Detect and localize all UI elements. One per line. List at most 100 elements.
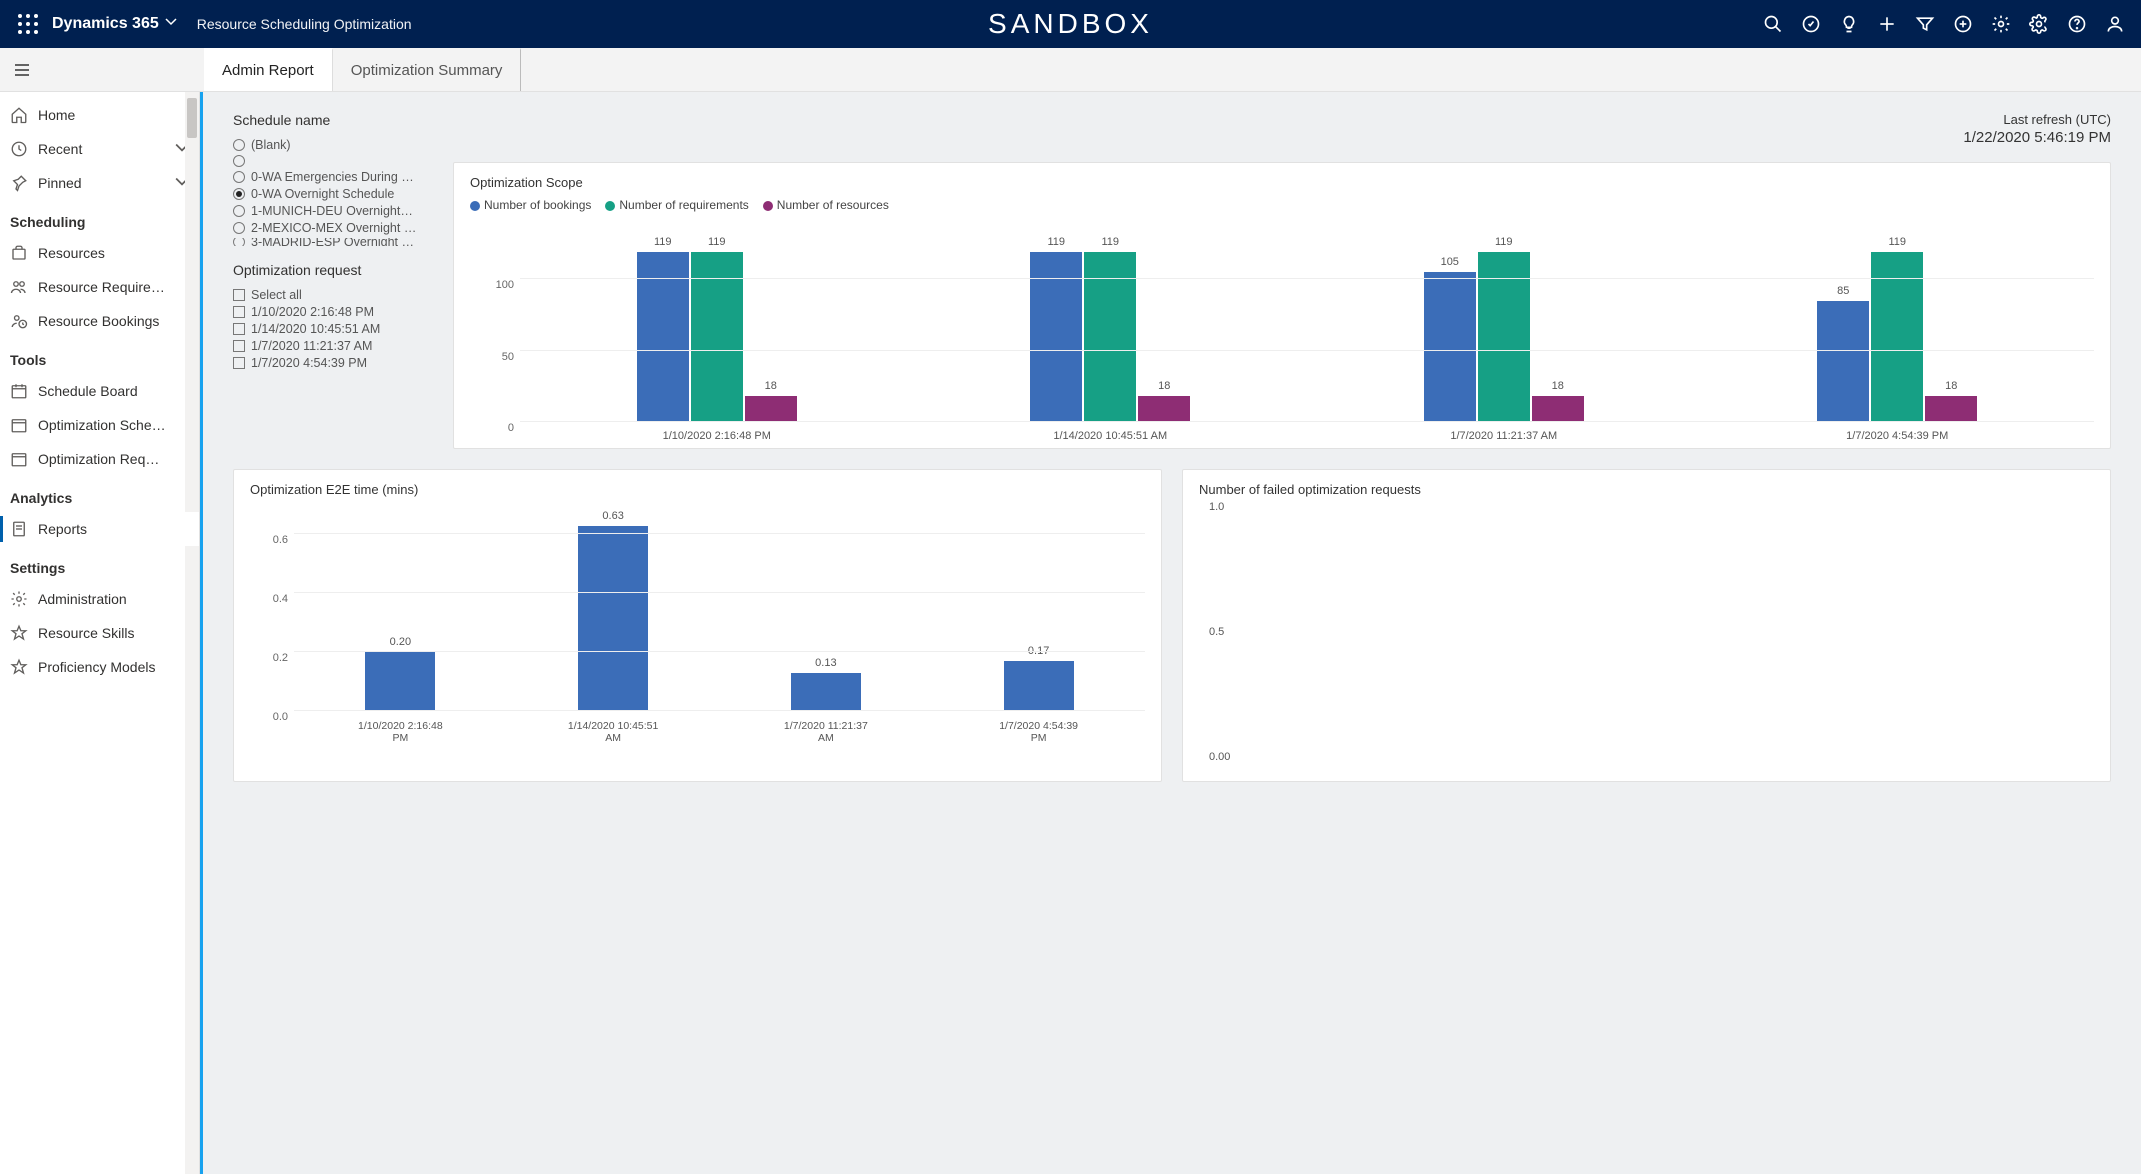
schedule-option[interactable]: 0-WA Overnight Schedule: [233, 187, 443, 201]
radio-icon: [233, 205, 245, 217]
nav-item-pinned[interactable]: Pinned: [0, 166, 199, 200]
nav-label: Reports: [38, 521, 87, 537]
nav-group-tools: Tools: [0, 338, 199, 374]
nav-label: Optimization Sche…: [38, 417, 166, 433]
calendar-gear-icon: [10, 416, 28, 434]
bar[interactable]: 0.17: [1004, 661, 1074, 711]
schedule-option[interactable]: 3-MADRID-ESP Overnight …: [233, 238, 443, 246]
nav-label: Resources: [38, 245, 105, 261]
star-icon: [10, 624, 28, 642]
chart-legend: Number of bookings Number of requirement…: [470, 198, 2094, 212]
request-option[interactable]: 1/14/2020 10:45:51 AM: [233, 322, 443, 336]
nav-item[interactable]: Resources: [0, 236, 199, 270]
tab-optimization-summary[interactable]: Optimization Summary: [333, 48, 522, 91]
nav-item[interactable]: Resource Bookings: [0, 304, 199, 338]
x-label: 1/7/2020 11:21:37AM: [720, 720, 933, 745]
last-refresh-timestamp: 1/22/2020 5:46:19 PM: [453, 129, 2111, 146]
e2e-time-card: Optimization E2E time (mins) 0.00.20.40.…: [233, 469, 1162, 782]
bar[interactable]: 105: [1424, 272, 1476, 422]
nav-item[interactable]: Optimization Req…: [0, 442, 199, 476]
bar[interactable]: 18: [1532, 396, 1584, 422]
bar-label: 119: [708, 236, 726, 248]
request-option[interactable]: 1/7/2020 11:21:37 AM: [233, 339, 443, 353]
nav-item[interactable]: Reports: [0, 512, 199, 546]
header-actions: [1763, 14, 2133, 34]
nav-label: Resource Skills: [38, 625, 134, 641]
bar-group: 0.63: [507, 505, 720, 711]
nav-item-recent[interactable]: Recent: [0, 132, 199, 166]
tab-admin-report[interactable]: Admin Report: [204, 48, 333, 91]
bar-group: 0.17: [932, 505, 1145, 711]
bar[interactable]: 0.63: [578, 526, 648, 711]
option-label: 1/14/2020 10:45:51 AM: [251, 322, 380, 336]
request-option[interactable]: Select all: [233, 288, 443, 302]
nav-item[interactable]: Resource Require…: [0, 270, 199, 304]
user-icon[interactable]: [2105, 14, 2125, 34]
bar-group: 11911918: [520, 222, 914, 422]
settings-gear-icon[interactable]: [2029, 14, 2049, 34]
scrollbar-track[interactable]: [185, 92, 199, 1174]
bar[interactable]: 18: [1138, 396, 1190, 422]
option-label: 2-MEXICO-MEX Overnight …: [251, 221, 416, 235]
report-content: Schedule name (Blank) 0-WA Emergencies Du…: [200, 92, 2141, 1174]
bar-label: 18: [1552, 380, 1564, 392]
nav-label: Administration: [38, 591, 127, 607]
scrollbar-thumb[interactable]: [187, 98, 197, 138]
bar[interactable]: 18: [1925, 396, 1977, 422]
nav-item[interactable]: Proficiency Models: [0, 650, 199, 684]
request-option[interactable]: 1/7/2020 4:54:39 PM: [233, 356, 443, 370]
schedule-option[interactable]: 2-MEXICO-MEX Overnight …: [233, 221, 443, 235]
schedule-option[interactable]: 0-WA Emergencies During …: [233, 170, 443, 184]
add-circle-icon[interactable]: [1953, 14, 1973, 34]
task-icon[interactable]: [1801, 14, 1821, 34]
filter-icon[interactable]: [1915, 14, 1935, 34]
y-tick: 100: [496, 279, 514, 291]
legend-requirements: Number of requirements: [605, 198, 748, 212]
app-launcher-icon[interactable]: [16, 12, 40, 36]
lightbulb-icon[interactable]: [1839, 14, 1859, 34]
bar-label: 119: [1047, 236, 1065, 248]
bar-label: 119: [1101, 236, 1119, 248]
pin-icon: [10, 174, 28, 192]
failed-requests-card: Number of failed optimization requests 0…: [1182, 469, 2111, 782]
nav-label: Recent: [38, 141, 82, 157]
plus-icon[interactable]: [1877, 14, 1897, 34]
nav-label: Resource Require…: [38, 279, 165, 295]
search-icon[interactable]: [1763, 14, 1783, 34]
bar[interactable]: 0.20: [365, 652, 435, 711]
bar[interactable]: 18: [745, 396, 797, 422]
y-tick: 0.2: [273, 652, 288, 664]
resources-icon: [10, 244, 28, 262]
schedule-option[interactable]: 1-MUNICH-DEU Overnight…: [233, 204, 443, 218]
global-header: Dynamics 365 Resource Scheduling Optimiz…: [0, 0, 2141, 48]
schedule-option[interactable]: (Blank): [233, 138, 443, 152]
radio-icon: [233, 155, 245, 167]
calendar-icon: [10, 382, 28, 400]
brand-name[interactable]: Dynamics 365: [52, 15, 159, 33]
request-option[interactable]: 1/10/2020 2:16:48 PM: [233, 305, 443, 319]
nav-item[interactable]: Optimization Sche…: [0, 408, 199, 442]
bar-label: 0.20: [390, 636, 411, 648]
nav-label: Schedule Board: [38, 383, 138, 399]
hamburger-icon[interactable]: [0, 48, 44, 91]
schedule-name-title: Schedule name: [233, 112, 443, 128]
bar[interactable]: 85: [1817, 301, 1869, 422]
gear-outline-icon[interactable]: [1991, 14, 2011, 34]
radio-icon: [233, 188, 245, 200]
filter-panel: Schedule name (Blank) 0-WA Emergencies Du…: [233, 112, 443, 449]
nav-label: Optimization Req…: [38, 451, 159, 467]
bar[interactable]: 0.13: [791, 673, 861, 711]
nav-item[interactable]: Resource Skills: [0, 616, 199, 650]
gear-icon: [10, 590, 28, 608]
schedule-option[interactable]: [233, 155, 443, 167]
nav-item[interactable]: Schedule Board: [0, 374, 199, 408]
chevron-down-icon[interactable]: [165, 15, 177, 33]
bar-label: 18: [1158, 380, 1170, 392]
nav-label: Proficiency Models: [38, 659, 156, 675]
help-icon[interactable]: [2067, 14, 2087, 34]
nav-item[interactable]: Administration: [0, 582, 199, 616]
nav-item-home[interactable]: Home: [0, 98, 199, 132]
y-tick: 0.5: [1209, 626, 1224, 638]
nav-group-analytics: Analytics: [0, 476, 199, 512]
option-label: 0-WA Overnight Schedule: [251, 187, 394, 201]
